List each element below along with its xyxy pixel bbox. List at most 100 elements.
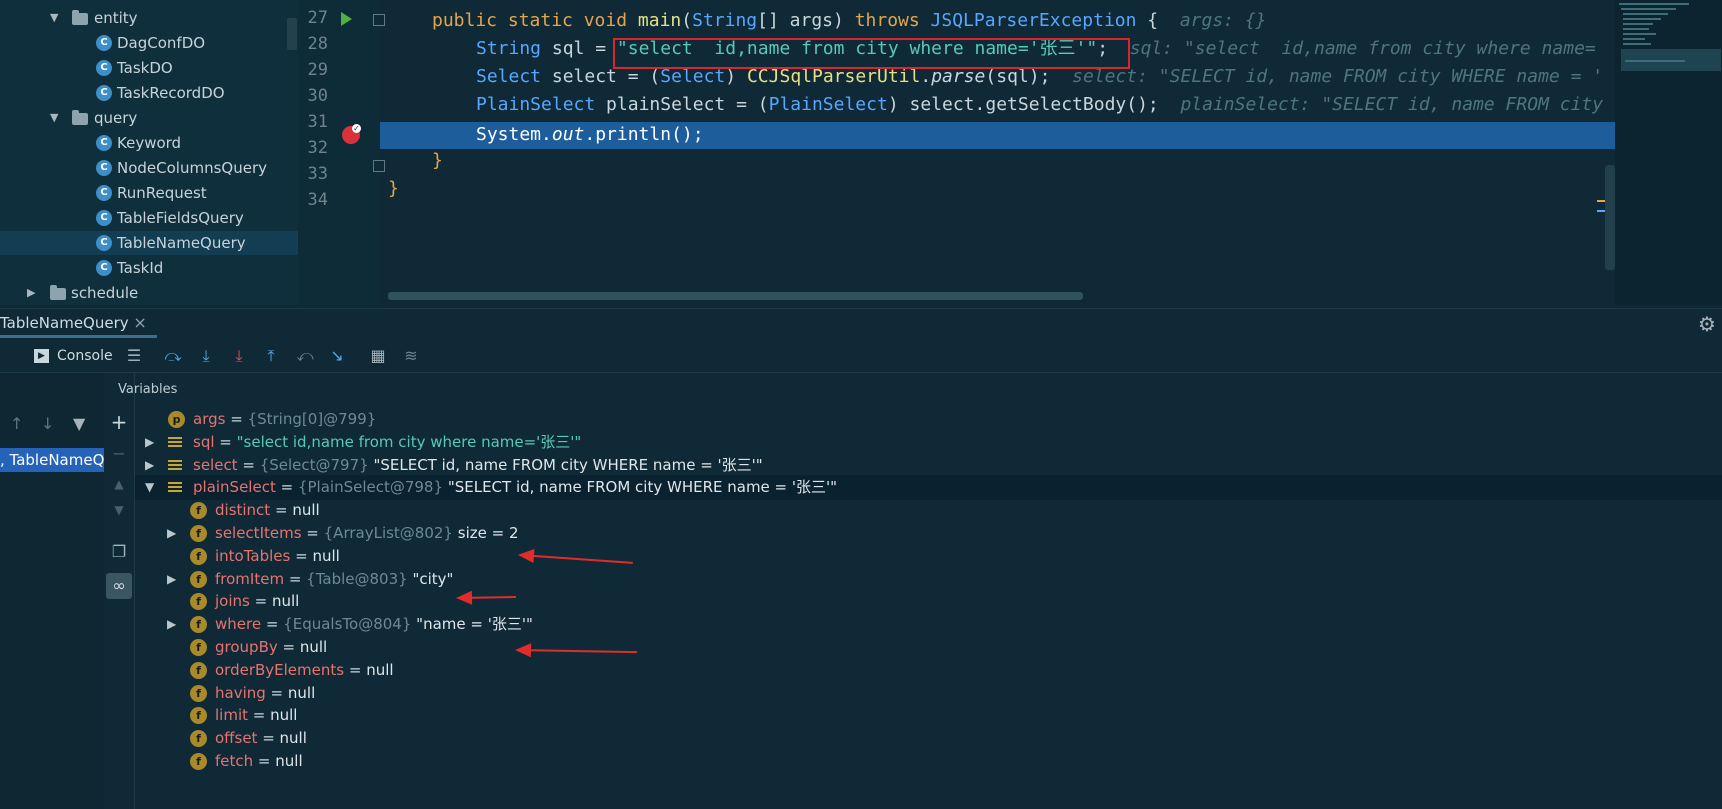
- variable-row[interactable]: ▶ sql = "select id,name from city where n…: [135, 430, 1722, 455]
- variable-name: fromItem: [215, 569, 285, 588]
- variable-row[interactable]: f limit = null: [135, 703, 1722, 728]
- breakpoint-icon[interactable]: ✓: [342, 124, 361, 144]
- equals-sign: =: [270, 501, 293, 520]
- field-icon: f: [190, 661, 207, 679]
- frames-menu-icon[interactable]: ☰: [124, 346, 144, 366]
- chevron-right-icon[interactable]: ▶: [145, 430, 154, 455]
- variable-row[interactable]: ▶ f selectItems = {ArrayList@802} size = 2: [135, 521, 1722, 546]
- field-icon: f: [190, 593, 207, 611]
- tree-class[interactable]: C TableNameQuery: [0, 231, 298, 255]
- add-watch-icon[interactable]: +: [107, 411, 131, 433]
- line-number: 32: [307, 138, 328, 158]
- variable-text: fromItem = {Table@803} "city": [215, 567, 453, 592]
- evaluate-expression-icon[interactable]: ▦: [368, 346, 388, 366]
- folder-icon: [72, 10, 88, 25]
- step-out-icon[interactable]: ⤒: [261, 346, 281, 366]
- editor-horizontal-scrollbar[interactable]: [388, 292, 1083, 300]
- variable-row[interactable]: ▼ plainSelect = {PlainSelect@798} "SELECT…: [135, 475, 1722, 501]
- check-icon: ✓: [352, 124, 361, 133]
- editor-vertical-scrollbar[interactable]: [1605, 165, 1615, 270]
- tree-class[interactable]: C RunRequest: [0, 181, 298, 205]
- variable-value: size = 2: [457, 524, 519, 542]
- variable-text: orderByElements = null: [215, 658, 394, 683]
- variable-value: null: [312, 546, 340, 565]
- variable-value: "name = '张三'": [416, 615, 533, 634]
- run-to-cursor-icon[interactable]: ↘: [327, 346, 347, 366]
- force-step-into-icon[interactable]: ⤓: [229, 346, 249, 366]
- glasses-icon[interactable]: ∞: [106, 573, 132, 599]
- variable-row[interactable]: f offset = null: [135, 726, 1722, 751]
- variable-text: where = {EqualsTo@804} "name = '张三'": [215, 612, 533, 637]
- tree-class[interactable]: C TaskRecordDO: [0, 81, 298, 105]
- fold-icon[interactable]: [373, 14, 385, 26]
- copy-icon[interactable]: ❐: [107, 541, 131, 563]
- class-icon: C: [96, 260, 112, 276]
- variable-row[interactable]: f intoTables = null: [135, 544, 1722, 569]
- variable-row[interactable]: ▶ f where = {EqualsTo@804} "name = '张三'": [135, 612, 1722, 637]
- step-over-icon[interactable]: ⤼: [163, 346, 183, 366]
- tree-item-label: TableFieldsQuery: [117, 209, 244, 227]
- debug-tab[interactable]: TableNameQuery ×: [0, 308, 157, 338]
- frame-item[interactable]: , TableNameQ: [0, 448, 104, 472]
- equals-sign: =: [253, 752, 276, 770]
- line-number: 33: [307, 164, 328, 184]
- folder-icon: [72, 110, 88, 125]
- step-into-icon[interactable]: ⤓: [196, 346, 216, 366]
- drop-frame-icon[interactable]: ⤺: [295, 346, 315, 366]
- move-up-icon[interactable]: ▲: [107, 473, 131, 495]
- equals-sign: =: [290, 546, 313, 565]
- variable-row[interactable]: f having = null: [135, 681, 1722, 706]
- trace-icon[interactable]: ≋: [401, 346, 421, 366]
- gear-icon[interactable]: ⚙: [1698, 312, 1716, 336]
- variable-type: {ArrayList@802}: [323, 524, 453, 542]
- tree-folder[interactable]: ▼ query: [0, 106, 298, 130]
- variable-value: null: [271, 592, 300, 611]
- chevron-down-icon[interactable]: ▼: [145, 475, 154, 500]
- variable-row[interactable]: ▶ select = {Select@797} "SELECT id, name …: [135, 453, 1722, 478]
- run-gutter-icon[interactable]: [341, 12, 352, 26]
- chevron-down-icon[interactable]: ▼: [50, 106, 58, 130]
- variable-row[interactable]: f groupBy = null: [135, 635, 1722, 660]
- remove-watch-icon[interactable]: −: [107, 443, 131, 465]
- chevron-down-icon[interactable]: ▼: [50, 6, 58, 30]
- tree-class[interactable]: C DagConfDO: [0, 31, 298, 55]
- variable-value: null: [366, 660, 394, 679]
- variable-value: "SELECT id, name FROM city WHERE name = …: [373, 455, 763, 474]
- variable-text: plainSelect = {PlainSelect@798} "SELECT …: [193, 475, 837, 500]
- chevron-right-icon[interactable]: ▶: [27, 281, 35, 305]
- close-icon[interactable]: ×: [133, 313, 146, 332]
- variable-name: args: [193, 410, 226, 428]
- fold-icon[interactable]: [373, 160, 385, 172]
- equals-sign: =: [248, 706, 271, 725]
- variable-row[interactable]: f orderByElements = null: [135, 658, 1722, 683]
- equals-sign: =: [237, 455, 260, 474]
- arrow-down-icon[interactable]: ↓: [41, 414, 54, 433]
- code-minimap[interactable]: [1615, 0, 1722, 305]
- filter-icon[interactable]: ▼: [73, 414, 85, 433]
- move-down-icon[interactable]: ▼: [107, 499, 131, 521]
- variable-row[interactable]: f joins = null: [135, 589, 1722, 614]
- chevron-right-icon[interactable]: ▶: [167, 612, 176, 637]
- tree-class[interactable]: C TaskId: [0, 256, 298, 280]
- local-variable-icon: [168, 479, 182, 496]
- chevron-right-icon[interactable]: ▶: [145, 453, 154, 478]
- chevron-right-icon[interactable]: ▶: [167, 567, 176, 592]
- tree-class[interactable]: C TableFieldsQuery: [0, 206, 298, 230]
- chevron-right-icon[interactable]: ▶: [167, 521, 176, 546]
- console-tab[interactable]: Console: [57, 346, 113, 366]
- arrow-up-icon[interactable]: ↑: [10, 414, 23, 433]
- variable-name: having: [215, 683, 266, 702]
- tree-class[interactable]: C Keyword: [0, 131, 298, 155]
- variable-row[interactable]: p args = {String[0]@799}: [135, 407, 1722, 432]
- variable-value: "city": [412, 569, 454, 588]
- tree-folder[interactable]: ▶ schedule: [0, 281, 298, 305]
- variable-row[interactable]: ▶ f fromItem = {Table@803} "city": [135, 567, 1722, 592]
- tree-class[interactable]: C TaskDO: [0, 56, 298, 80]
- variable-text: intoTables = null: [215, 544, 340, 569]
- variable-value: null: [270, 706, 298, 725]
- tree-class[interactable]: C NodeColumnsQuery: [0, 156, 298, 180]
- variable-row[interactable]: f fetch = null: [135, 749, 1722, 774]
- variable-row[interactable]: f distinct = null: [135, 498, 1722, 523]
- tree-folder[interactable]: ▼ entity: [0, 6, 298, 30]
- variable-name: fetch: [215, 752, 254, 770]
